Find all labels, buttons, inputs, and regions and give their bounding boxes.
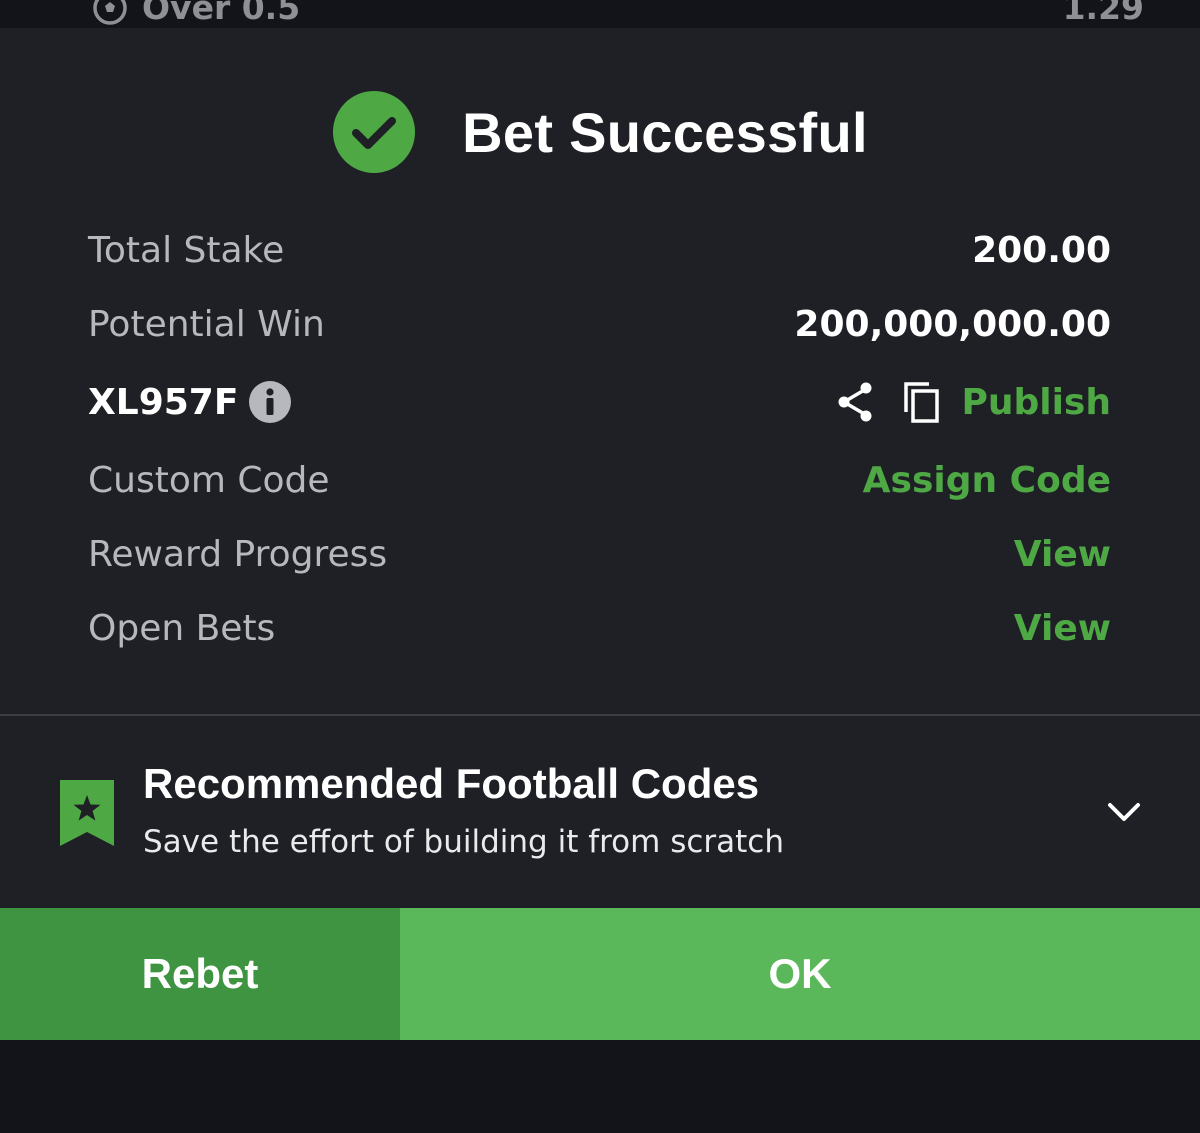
bet-page: Over 0.5 1.29 Bet Successful Total Stake… <box>0 0 1200 1133</box>
background-bet-odds: 1.29 <box>1062 0 1144 27</box>
total-stake-label: Total Stake <box>88 229 285 271</box>
reward-progress-view-link[interactable]: View <box>1014 534 1111 575</box>
recommended-codes-title: Recommended Football Codes <box>143 760 760 807</box>
action-buttons: Rebet OK <box>0 908 1200 1040</box>
potential-win-value: 200,000,000.00 <box>794 303 1111 345</box>
background-bet-selection-text: Over 0.5 <box>142 0 301 27</box>
share-icon[interactable] <box>835 380 875 424</box>
copy-icon[interactable] <box>901 380 941 424</box>
booking-code: XL957F <box>88 381 239 423</box>
custom-code-label: Custom Code <box>88 459 330 501</box>
open-bets-label: Open Bets <box>88 607 276 649</box>
booking-code-group: XL957F <box>88 380 292 424</box>
check-circle-icon <box>333 91 416 173</box>
rebet-button[interactable]: Rebet <box>0 908 400 1040</box>
publish-link[interactable]: Publish <box>961 382 1111 423</box>
background-bet-selection: Over 0.5 <box>92 0 300 27</box>
open-bets-view-link[interactable]: View <box>1014 608 1111 649</box>
background-bet-row: Over 0.5 1.29 <box>0 0 1200 28</box>
modal-title: Bet Successful <box>462 100 868 164</box>
info-icon[interactable] <box>248 380 292 424</box>
bookmark-star-icon <box>60 780 114 846</box>
reward-progress-label: Reward Progress <box>88 533 388 575</box>
ok-button[interactable]: OK <box>400 908 1200 1040</box>
bet-success-modal: Bet Successful Total Stake 200.00 Potent… <box>0 28 1200 1040</box>
custom-code-row: Custom Code Assign Code <box>88 452 1111 508</box>
recommended-codes-panel[interactable]: Recommended Football Codes Save the effo… <box>0 716 1200 908</box>
booking-code-actions: Publish <box>835 380 1111 424</box>
assign-code-link[interactable]: Assign Code <box>863 460 1111 501</box>
recommended-codes-subtitle: Save the effort of building it from scra… <box>143 824 784 860</box>
booking-code-row: XL957F Publish <box>88 374 1111 430</box>
football-icon <box>93 0 127 25</box>
potential-win-row: Potential Win 200,000,000.00 <box>88 296 1111 352</box>
modal-header: Bet Successful <box>0 90 1200 174</box>
open-bets-row: Open Bets View <box>88 600 1111 656</box>
potential-win-label: Potential Win <box>88 303 325 345</box>
reward-progress-row: Reward Progress View <box>88 526 1111 582</box>
total-stake-row: Total Stake 200.00 <box>88 222 1111 278</box>
total-stake-value: 200.00 <box>972 229 1111 271</box>
chevron-down-icon[interactable] <box>1106 794 1142 830</box>
